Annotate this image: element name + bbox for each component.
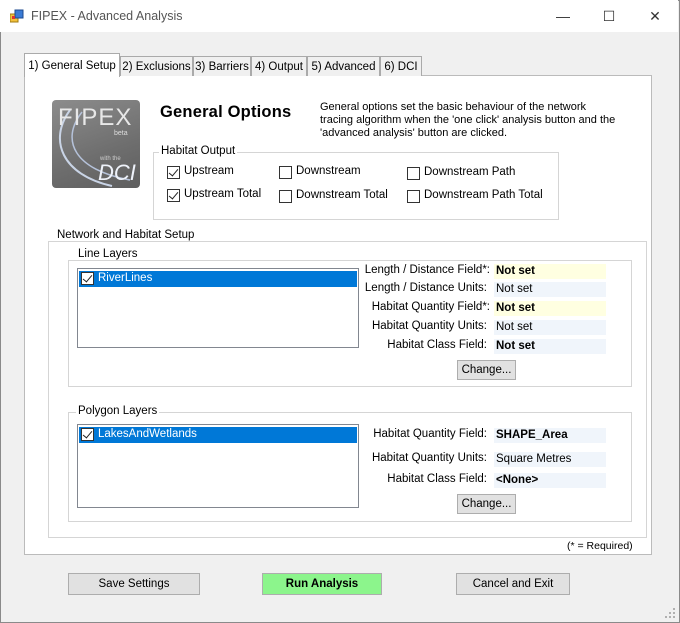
- habitat-class-field-value: Not set: [494, 339, 606, 354]
- logo-text-fipex: FIPEX: [58, 104, 133, 131]
- downstream-path-label: Downstream Path: [424, 166, 516, 178]
- list-item-riverlines[interactable]: RiverLines: [79, 271, 357, 287]
- downstream-checkbox[interactable]: [279, 166, 292, 179]
- general-options-heading: General Options: [160, 103, 292, 121]
- polygon-layers-list[interactable]: LakesAndWetlands: [77, 424, 359, 508]
- lakesandwetlands-label: LakesAndWetlands: [98, 428, 197, 440]
- habitat-quantity-units-label: Habitat Quantity Units:: [371, 320, 487, 332]
- app-icon: [10, 9, 24, 23]
- upstream-total-checkbox[interactable]: [167, 189, 180, 202]
- line-layers-legend: Line Layers: [76, 248, 140, 260]
- habitat-quantity-field-label: Habitat Quantity Field*:: [371, 301, 490, 313]
- habitat-quantity-field-value: Not set: [494, 301, 606, 316]
- downstream-path-checkbox[interactable]: [407, 167, 420, 180]
- title-bar: FIPEX - Advanced Analysis — ☐ ✕: [0, 0, 678, 32]
- length-distance-units-value: Not set: [494, 282, 606, 297]
- line-layers-list[interactable]: RiverLines: [77, 268, 359, 348]
- required-note: (* = Required): [567, 540, 633, 552]
- polygon-habitat-quantity-units-label: Habitat Quantity Units:: [371, 452, 487, 464]
- cancel-exit-button[interactable]: Cancel and Exit: [456, 573, 570, 595]
- length-distance-field-value: Not set: [494, 264, 606, 279]
- save-settings-button[interactable]: Save Settings: [68, 573, 200, 595]
- polygon-habitat-quantity-field-value: SHAPE_Area: [494, 428, 606, 443]
- list-item-lakesandwetlands[interactable]: LakesAndWetlands: [79, 427, 357, 443]
- habitat-output-legend: Habitat Output: [159, 145, 238, 157]
- polygon-habitat-quantity-field-label: Habitat Quantity Field:: [373, 428, 487, 440]
- tab-dci[interactable]: 6) DCI: [380, 56, 422, 76]
- habitat-quantity-units-value: Not set: [494, 320, 606, 335]
- close-button[interactable]: ✕: [632, 0, 678, 32]
- downstream-path-total-label: Downstream Path Total: [424, 189, 543, 201]
- upstream-checkbox[interactable]: [167, 166, 180, 179]
- downstream-label: Downstream: [296, 165, 361, 177]
- general-options-description: General options set the basic behaviour …: [320, 101, 616, 139]
- downstream-total-checkbox[interactable]: [279, 190, 292, 203]
- habitat-output-group: [153, 152, 559, 220]
- habitat-class-field-label: Habitat Class Field:: [387, 339, 487, 351]
- line-layers-change-button[interactable]: Change...: [457, 360, 516, 380]
- logo-text-dci: DCI: [98, 160, 136, 185]
- run-analysis-button[interactable]: Run Analysis: [262, 573, 382, 595]
- polygon-layers-legend: Polygon Layers: [76, 405, 160, 417]
- polygon-habitat-quantity-units-value: Square Metres: [494, 452, 606, 467]
- upstream-total-label: Upstream Total: [184, 188, 262, 200]
- tab-exclusions[interactable]: 2) Exclusions: [120, 56, 193, 76]
- length-distance-units-label: Length / Distance Units:: [364, 282, 487, 294]
- resize-grip-icon[interactable]: [664, 607, 676, 619]
- tab-barriers[interactable]: 3) Barriers: [193, 56, 251, 76]
- tab-general-setup[interactable]: 1) General Setup: [24, 53, 120, 77]
- tab-output[interactable]: 4) Output: [251, 56, 307, 76]
- polygon-layers-change-button[interactable]: Change...: [457, 494, 516, 514]
- network-habitat-legend: Network and Habitat Setup: [55, 229, 197, 241]
- riverlines-label: RiverLines: [98, 272, 153, 284]
- maximize-button[interactable]: ☐: [586, 0, 632, 32]
- fipex-logo: FIPEX beta with the DCI: [52, 100, 140, 188]
- polygon-habitat-class-field-value: <None>: [494, 473, 606, 488]
- lakesandwetlands-checkbox[interactable]: [81, 428, 94, 441]
- riverlines-checkbox[interactable]: [81, 272, 94, 285]
- downstream-path-total-checkbox[interactable]: [407, 190, 420, 203]
- downstream-total-label: Downstream Total: [296, 189, 388, 201]
- upstream-label: Upstream: [184, 165, 234, 177]
- window-title: FIPEX - Advanced Analysis: [31, 9, 183, 23]
- polygon-habitat-class-field-label: Habitat Class Field:: [387, 473, 487, 485]
- length-distance-field-label: Length / Distance Field*:: [364, 264, 490, 276]
- minimize-button[interactable]: —: [540, 0, 586, 32]
- logo-text-beta: beta: [114, 130, 128, 137]
- tab-advanced[interactable]: 5) Advanced: [307, 56, 380, 76]
